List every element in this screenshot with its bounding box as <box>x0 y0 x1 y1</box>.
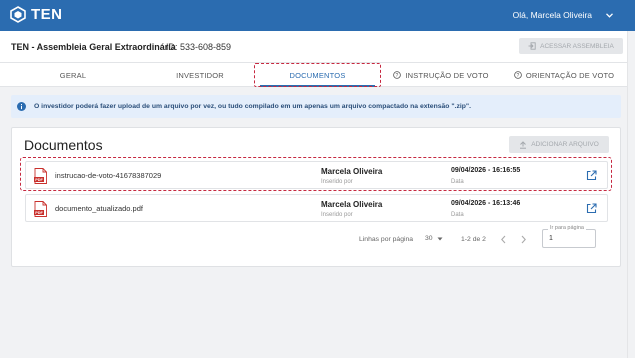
help-icon: ? <box>514 71 522 79</box>
svg-text:?: ? <box>396 73 399 79</box>
user-menu[interactable]: Olá, Marcela Oliveira <box>513 10 613 20</box>
go-to-page-value: 1 <box>549 235 553 242</box>
event-id: ID: 533-608-859 <box>166 42 232 52</box>
page-title: TEN - Assembleia Geral Extraordinária <box>11 42 176 52</box>
add-file-label: ADICIONAR ARQUIVO <box>531 141 599 148</box>
upload-date: 09/04/2026 - 16:13:46 <box>451 200 521 207</box>
uploader-label: Inserido por <box>321 212 353 218</box>
info-icon <box>17 102 26 111</box>
svg-text:?: ? <box>516 73 519 79</box>
tab-label: INVESTIDOR <box>176 70 224 80</box>
rows-per-page-label: Linhas por página <box>359 236 414 243</box>
logo[interactable]: TEN <box>10 6 63 23</box>
svg-text:PDF: PDF <box>35 211 43 215</box>
add-file-button[interactable]: ADICIONAR ARQUIVO <box>509 136 609 153</box>
tab-general[interactable]: GERAL <box>0 63 146 87</box>
chevron-left-icon[interactable] <box>500 235 507 244</box>
rows-per-page-value: 30 <box>425 235 433 242</box>
tab-voting-instruction[interactable]: ? INSTRUÇÃO DE VOTO <box>381 63 501 87</box>
page-scrollbar[interactable] <box>627 31 635 358</box>
document-row[interactable]: PDF documento_atualizado.pdf Marcela Oli… <box>25 194 608 222</box>
top-bar: TEN Olá, Marcela Oliveira <box>0 0 635 31</box>
tab-voting-guidance[interactable]: ? ORIENTAÇÃO DE VOTO <box>501 63 627 87</box>
upload-icon <box>520 140 527 149</box>
caret-down-icon <box>437 237 443 240</box>
documents-title: Documentos <box>24 137 103 153</box>
tab-investor[interactable]: INVESTIDOR <box>146 63 254 87</box>
chevron-right-icon[interactable] <box>520 235 527 244</box>
ten-logo-icon <box>10 6 26 23</box>
access-assembly-label: ACESSAR ASSEMBLEIA <box>540 42 614 50</box>
highlight-outline-row <box>20 157 612 191</box>
tab-label: GERAL <box>59 70 87 80</box>
rows-per-page-select[interactable]: 30 <box>425 235 443 242</box>
go-to-page-label: Ir para página <box>548 225 586 231</box>
uploader-name: Marcela Oliveira <box>321 200 383 209</box>
logo-text: TEN <box>31 6 63 23</box>
page-range: 1-2 de 2 <box>461 236 486 243</box>
pdf-file-icon: PDF <box>34 201 47 217</box>
open-external-icon[interactable] <box>586 203 597 214</box>
access-assembly-button[interactable]: ACESSAR ASSEMBLEIA <box>519 38 623 54</box>
help-icon: ? <box>393 71 402 79</box>
go-to-page-input[interactable]: Ir para página 1 <box>542 225 596 248</box>
date-label: Data <box>451 212 464 218</box>
tab-label: ORIENTAÇÃO DE VOTO <box>525 70 615 80</box>
file-name: documento_atualizado.pdf <box>55 204 143 213</box>
chevron-down-icon <box>606 12 613 18</box>
documents-card: Documentos ADICIONAR ARQUIVO PDF instruc… <box>11 127 621 267</box>
info-banner: O investidor poderá fazer upload de um a… <box>11 95 621 118</box>
user-greeting: Olá, Marcela Oliveira <box>512 10 592 20</box>
highlight-outline-tab <box>254 63 381 87</box>
info-message: O investidor poderá fazer upload de um a… <box>34 103 471 110</box>
enter-icon <box>528 42 536 50</box>
tab-label: INSTRUÇÃO DE VOTO <box>405 70 489 80</box>
